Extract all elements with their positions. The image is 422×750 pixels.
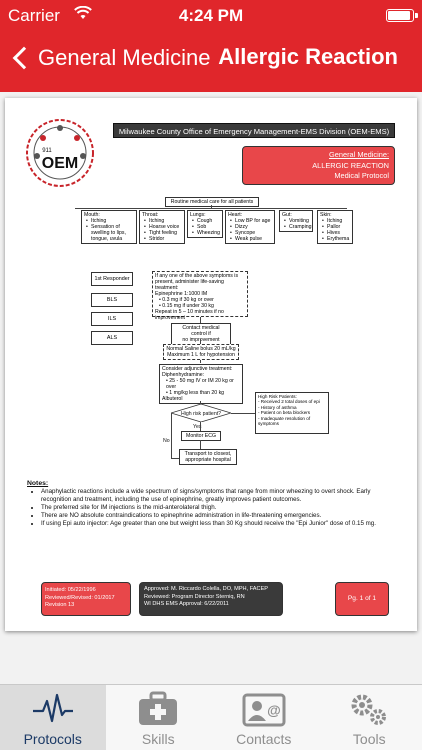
saline-line: Maximum 1 L for hypotension <box>167 352 235 358</box>
oem-logo: OEM 911 <box>23 116 97 190</box>
tab-tools[interactable]: Tools <box>317 685 422 750</box>
contact-line: Contact medical control if <box>182 325 220 337</box>
decision-no-label: No <box>163 438 170 444</box>
monitor-ecg-box: Monitor ECG <box>181 431 221 441</box>
decision-diamond: High risk patient? <box>171 404 231 422</box>
connector-line <box>200 440 201 449</box>
symptom-box: Throat:ItchingHoarse voiceTight feelingS… <box>139 210 185 244</box>
tab-protocols[interactable]: Protocols <box>0 685 106 750</box>
epinephrine-line: If any one of the above symptoms is pres… <box>155 273 239 291</box>
gears-icon <box>351 694 387 725</box>
symptom-list: ItchingPallorHivesErythema <box>320 218 350 242</box>
revision-number: Revision 13 <box>45 602 75 609</box>
revision-info-box: Initiated: 05/22/1996 Reviewed/Revised: … <box>41 582 131 616</box>
top-bar: Carrier 4:24 PM General Medicine Allergi… <box>0 0 422 92</box>
symptom-box: Heart:Low BP for ageDizzySyncopeWeak pul… <box>225 210 275 244</box>
transport-box: Transport to closest, appropriate hospita… <box>179 449 237 465</box>
org-banner: Milwaukee County Office of Emergency Man… <box>113 123 395 138</box>
adjunct-line: • 25 - 50 mg IV or IM 20 kg or over <box>166 378 234 390</box>
responder-level: BLS <box>91 293 133 307</box>
high-risk-item: - Inadequate resolution of symptoms <box>258 415 311 427</box>
note-item: Anaphylactic reactions include a wide sp… <box>41 488 397 503</box>
reviewed-by: Reviewed: Program Director Sterniq, RN <box>144 593 245 600</box>
tab-contacts[interactable]: @ Contacts <box>211 685 317 750</box>
battery-icon <box>386 9 418 22</box>
tab-bar: Protocols Skills @ Contacts Tools <box>0 684 422 750</box>
connector-line <box>171 458 179 459</box>
symptom-list: VomitingCramping <box>282 218 312 230</box>
svg-text:High risk patient?: High risk patient? <box>181 411 221 417</box>
symptom-list: ItchingSensation of swelling to lips, to… <box>84 218 134 242</box>
connector-line <box>231 413 255 414</box>
responder-level: 1st Responder <box>91 272 133 286</box>
note-item: The preferred site for IM injections is … <box>41 504 397 511</box>
responder-level: ALS <box>91 331 133 345</box>
notes-list: Anaphylactic reactions include a wide sp… <box>27 488 397 527</box>
connector-line <box>200 360 201 363</box>
document-viewer[interactable]: OEM 911 Milwaukee County Office of Emerg… <box>0 92 422 684</box>
approved-by: Approved: M. Riccardo Colella, DO, MPH, … <box>144 586 269 592</box>
tab-skills[interactable]: Skills <box>106 685 212 750</box>
protocol-name: ALLERGIC REACTION <box>312 160 389 170</box>
protocol-category: General Medicine: <box>329 150 389 159</box>
tab-contacts-label: Contacts <box>236 731 292 747</box>
protocol-type: Medical Protocol <box>334 171 389 180</box>
symptom-list: Low BP for ageDizzySyncopeWeak pulse <box>228 218 272 242</box>
routine-care-box: Routine medical care for all patients <box>165 197 259 207</box>
battery-fill <box>388 11 410 20</box>
page-number-box: Pg. 1 of 1 <box>335 582 389 616</box>
connector-line <box>211 205 212 209</box>
status-time: 4:24 PM <box>178 6 244 25</box>
notes-section: Notes: Anaphylactic reactions include a … <box>27 480 397 527</box>
epinephrine-box: If any one of the above symptoms is pres… <box>152 271 248 321</box>
symptom-item: Erythema <box>322 236 350 242</box>
connector-line <box>171 413 172 458</box>
adjunct-line: Albuterol <box>162 396 183 402</box>
symptom-box: Mouth:ItchingSensation of swelling to li… <box>81 210 137 244</box>
connector-line <box>200 422 201 431</box>
high-risk-box: High Risk Patients: - Received 2 total do… <box>255 392 329 434</box>
navigation-bar: General Medicine Allergic Reaction <box>0 38 422 78</box>
back-button-label: General Medicine <box>38 45 211 70</box>
protocol-page: OEM 911 Milwaukee County Office of Emerg… <box>5 98 417 631</box>
contact-line: no improvement <box>182 337 220 343</box>
transport-line: appropriate hospital <box>185 457 231 463</box>
reviewed-date: Reviewed/Revised: 01/2017 <box>45 594 115 601</box>
symptom-box: Gut:VomitingCramping <box>279 210 313 232</box>
initiated-date: Initiated: 05/22/1996 <box>45 587 96 593</box>
normal-saline-box: Normal Saline bolus 20 mL/kg Maximum 1 L … <box>163 344 239 360</box>
status-bar: Carrier 4:24 PM <box>0 4 422 26</box>
symptom-item: Cramping <box>284 224 312 230</box>
back-button[interactable]: General Medicine <box>10 38 210 78</box>
symptom-item: Sensation of swelling to lips, tongue, u… <box>86 224 134 242</box>
wi-approval-date: WI DHS EMS Approval: 6/22/2011 <box>144 601 229 608</box>
responder-level: ILS <box>91 312 133 326</box>
adjunctive-treatment-box: Consider adjunctive treatment: Diphenhydr… <box>159 364 243 404</box>
tab-protocols-label: Protocols <box>23 731 82 747</box>
symptom-box: Lungs:CoughSobWheezing <box>187 210 223 238</box>
symptom-item: Weak pulse <box>230 236 272 242</box>
symptom-box: Skin:ItchingPallorHivesErythema <box>317 210 353 244</box>
page-title: Allergic Reaction <box>218 44 398 69</box>
pulse-icon <box>32 693 73 723</box>
note-item: There are NO absolute contraindications … <box>41 512 397 519</box>
note-item: If using Epi auto injector: Age greater … <box>41 520 397 527</box>
contact-card-icon: @ <box>242 693 286 727</box>
svg-text:911: 911 <box>42 148 52 154</box>
symptom-item: Stridor <box>144 236 182 242</box>
tab-skills-label: Skills <box>141 731 175 747</box>
symptom-list: CoughSobWheezing <box>190 218 220 236</box>
contact-medical-control-box: Contact medical control if no improvement <box>171 323 231 345</box>
symptom-item: Wheezing <box>192 230 220 236</box>
svg-text:@: @ <box>267 702 281 718</box>
tab-tools-label: Tools <box>352 731 386 747</box>
protocol-header-box: General Medicine: ALLERGIC REACTION Medi… <box>242 146 395 185</box>
chevron-left-icon <box>12 46 36 70</box>
medical-kit-icon <box>139 691 178 725</box>
notes-title: Notes: <box>27 480 49 487</box>
svg-text:OEM: OEM <box>42 155 78 172</box>
symptom-list: ItchingHoarse voiceTight feelingStridor <box>142 218 182 242</box>
approval-info-box: Approved: M. Riccardo Colella, DO, MPH, … <box>139 582 283 616</box>
